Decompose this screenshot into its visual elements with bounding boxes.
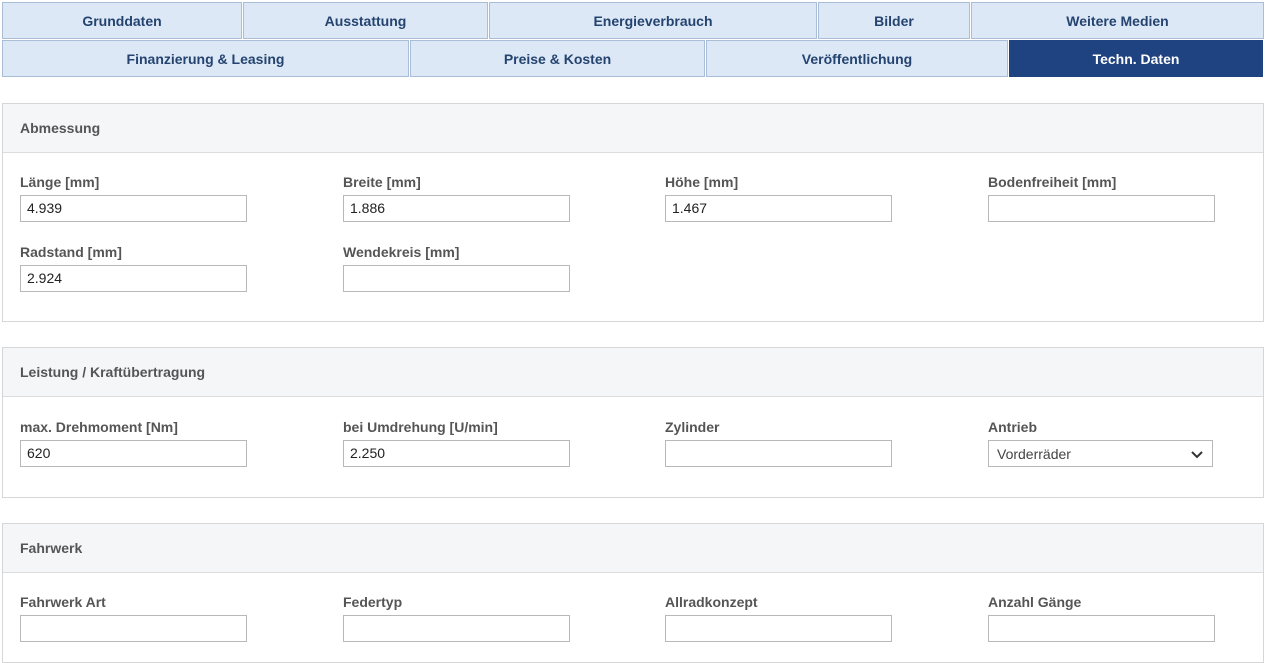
field-label: Wendekreis [mm]	[343, 244, 460, 260]
field-federtyp: Federtyp	[343, 593, 570, 642]
umdrehung-input[interactable]: 2.250	[343, 440, 570, 467]
allradkonzept-input[interactable]	[665, 615, 892, 642]
tab-row-1: Grunddaten Ausstattung Energieverbrauch …	[2, 2, 1264, 39]
anzahl-gaenge-input[interactable]	[988, 615, 1215, 642]
tab-ausstattung[interactable]: Ausstattung	[243, 2, 488, 39]
field-label: Federtyp	[343, 594, 403, 610]
field-label: Länge [mm]	[20, 174, 100, 190]
tab-preise-kosten[interactable]: Preise & Kosten	[410, 40, 705, 77]
tab-grunddaten[interactable]: Grunddaten	[2, 2, 242, 39]
hoehe-input[interactable]: 1.467	[665, 195, 892, 222]
field-drehmoment: max. Drehmoment [Nm] 620	[20, 418, 247, 467]
field-wendekreis: Wendekreis [mm]	[343, 243, 570, 292]
section-fahrwerk: Fahrwerk Fahrwerk Art Federtyp Allradkon…	[2, 523, 1264, 663]
field-fahrwerk-art: Fahrwerk Art	[20, 593, 247, 642]
field-allradkonzept: Allradkonzept	[665, 593, 892, 642]
field-label: Höhe [mm]	[665, 174, 739, 190]
federtyp-input[interactable]	[343, 615, 570, 642]
field-umdrehung: bei Umdrehung [U/min] 2.250	[343, 418, 570, 467]
field-label: max. Drehmoment [Nm]	[20, 419, 178, 435]
bodenfreiheit-input[interactable]	[988, 195, 1215, 222]
field-label: Bodenfreiheit [mm]	[988, 174, 1117, 190]
radstand-input[interactable]: 2.924	[20, 265, 247, 292]
field-radstand: Radstand [mm] 2.924	[20, 243, 247, 292]
tab-energieverbrauch[interactable]: Energieverbrauch	[489, 2, 817, 39]
field-zylinder: Zylinder	[665, 418, 892, 467]
field-bodenfreiheit: Bodenfreiheit [mm]	[988, 173, 1215, 222]
field-label: Zylinder	[665, 419, 720, 435]
breite-input[interactable]: 1.886	[343, 195, 570, 222]
field-breite: Breite [mm] 1.886	[343, 173, 570, 222]
field-laenge: Länge [mm] 4.939	[20, 173, 247, 222]
tab-row-2: Finanzierung & Leasing Preise & Kosten V…	[2, 40, 1264, 77]
tab-veroeffentlichung[interactable]: Veröffentlichung	[706, 40, 1008, 77]
field-label: Fahrwerk Art	[20, 594, 106, 610]
zylinder-input[interactable]	[665, 440, 892, 467]
laenge-input[interactable]: 4.939	[20, 195, 247, 222]
wendekreis-input[interactable]	[343, 265, 570, 292]
field-label: Antrieb	[988, 419, 1037, 435]
fahrwerk-art-input[interactable]	[20, 615, 247, 642]
chevron-down-icon	[1190, 447, 1204, 461]
tab-bilder[interactable]: Bilder	[818, 2, 970, 39]
field-label: bei Umdrehung [U/min]	[343, 419, 498, 435]
antrieb-select[interactable]: Vorderräder	[988, 440, 1213, 467]
field-anzahl-gaenge: Anzahl Gänge	[988, 593, 1215, 642]
field-antrieb: Antrieb Vorderräder	[988, 418, 1215, 467]
section-leistung: Leistung / Kraftübertragung max. Drehmom…	[2, 347, 1264, 498]
section-title: Leistung / Kraftübertragung	[3, 348, 1263, 397]
tab-finanzierung-leasing[interactable]: Finanzierung & Leasing	[2, 40, 409, 77]
field-label: Allradkonzept	[665, 594, 758, 610]
drehmoment-input[interactable]: 620	[20, 440, 247, 467]
field-label: Anzahl Gänge	[988, 594, 1082, 610]
antrieb-selected-value: Vorderräder	[997, 445, 1071, 462]
field-label: Breite [mm]	[343, 174, 421, 190]
section-title: Fahrwerk	[3, 524, 1263, 573]
field-hoehe: Höhe [mm] 1.467	[665, 173, 892, 222]
section-abmessung: Abmessung Länge [mm] 4.939 Breite [mm] 1…	[2, 103, 1264, 322]
section-title: Abmessung	[3, 104, 1263, 153]
tab-techn-daten[interactable]: Techn. Daten	[1009, 40, 1263, 77]
tab-weitere-medien[interactable]: Weitere Medien	[971, 2, 1264, 39]
field-label: Radstand [mm]	[20, 244, 122, 260]
